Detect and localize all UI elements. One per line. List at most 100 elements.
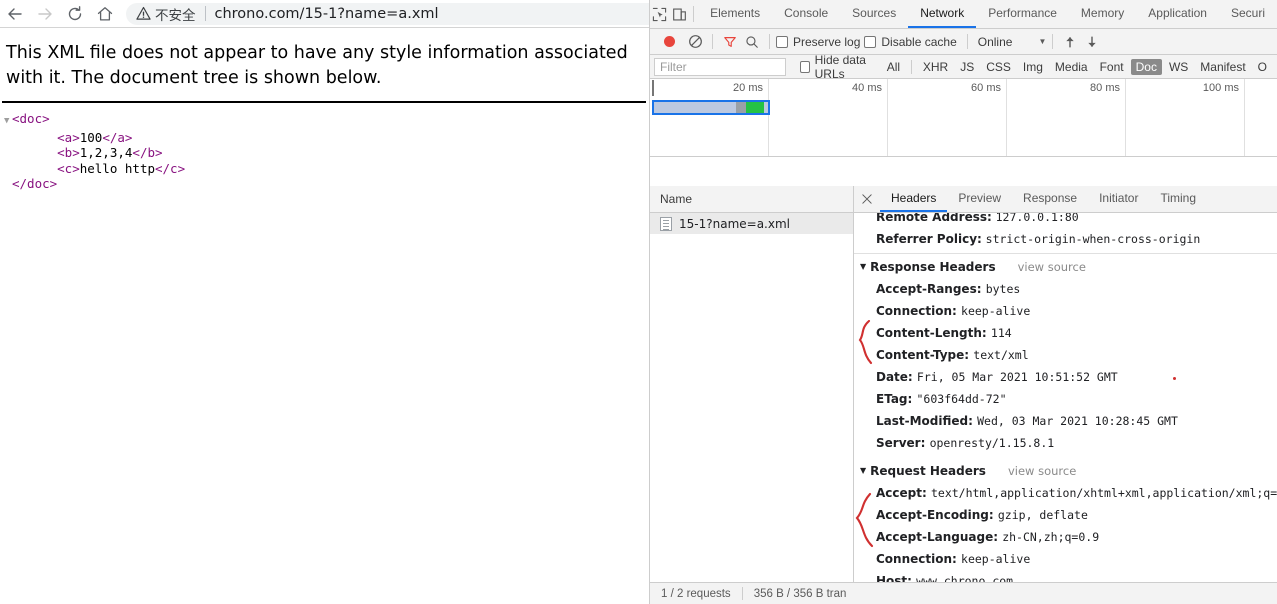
- header-row: Host: www.chrono.com: [854, 570, 1277, 582]
- tab-network[interactable]: Network: [908, 0, 976, 28]
- view-source-link[interactable]: view source: [1008, 460, 1076, 482]
- omnibox-divider: [205, 6, 206, 21]
- import-har-icon: [1063, 35, 1077, 49]
- section-label: Response Headers: [870, 256, 995, 278]
- section-label: Request Headers: [870, 460, 986, 482]
- filter-funnel-button[interactable]: [719, 31, 741, 53]
- device-toolbar-icon: [672, 7, 687, 22]
- detail-tab-initiator[interactable]: Initiator: [1088, 186, 1149, 212]
- detail-tab-timing[interactable]: Timing: [1149, 186, 1207, 212]
- device-toolbar-button[interactable]: [670, 0, 690, 28]
- filter-type-xhr[interactable]: XHR: [918, 59, 953, 75]
- header-key: Referrer Policy:: [876, 232, 982, 246]
- record-stop-icon[interactable]: [664, 36, 675, 47]
- header-key: Remote Address:: [876, 213, 992, 224]
- filter-type-font[interactable]: Font: [1095, 59, 1129, 75]
- detail-tab-preview[interactable]: Preview: [947, 186, 1012, 212]
- preserve-log-checkbox[interactable]: Preserve log: [776, 35, 860, 49]
- filter-type-css[interactable]: CSS: [981, 59, 1016, 75]
- filter-type-other[interactable]: O: [1253, 59, 1272, 75]
- header-row: ETag: "603f64dd-72": [854, 388, 1277, 410]
- xml-tree-line: <c>hello http</c>: [4, 161, 648, 177]
- detail-tab-headers[interactable]: Headers: [880, 186, 947, 212]
- filter-type-media[interactable]: Media: [1050, 59, 1093, 75]
- tab-security[interactable]: Securi: [1219, 0, 1277, 28]
- header-value: keep-alive: [961, 552, 1030, 566]
- overview-selection-window[interactable]: [652, 100, 770, 115]
- filter-type-img[interactable]: Img: [1018, 59, 1048, 75]
- header-key: Connection:: [876, 304, 961, 318]
- header-row: Last-Modified: Wed, 03 Mar 2021 10:28:45…: [854, 410, 1277, 432]
- filter-type-ws[interactable]: WS: [1164, 59, 1193, 75]
- headers-section-divider: [854, 253, 1277, 254]
- disable-cache-label: Disable cache: [881, 35, 956, 49]
- detail-tab-response[interactable]: Response: [1012, 186, 1088, 212]
- header-value: text/xml: [973, 348, 1028, 362]
- import-har-button[interactable]: [1059, 31, 1081, 53]
- header-key: Content-Type:: [876, 348, 973, 362]
- warning-triangle-icon: [136, 6, 151, 21]
- search-button[interactable]: [741, 31, 763, 53]
- hide-data-urls-checkbox[interactable]: Hide data URLs: [800, 53, 876, 81]
- request-list-header-name[interactable]: Name: [650, 186, 853, 213]
- overview-cursor: [652, 80, 654, 96]
- chevron-down-icon: ▼: [860, 460, 866, 482]
- header-key: Date:: [876, 370, 917, 384]
- filter-type-js[interactable]: JS: [955, 59, 979, 75]
- network-split-view: Name 15-1?name=a.xml Headers Preview Res…: [650, 186, 1277, 582]
- request-list: Name 15-1?name=a.xml: [650, 186, 854, 582]
- tab-memory[interactable]: Memory: [1069, 0, 1136, 28]
- expand-triangle-icon[interactable]: ▼: [4, 114, 12, 130]
- request-row[interactable]: 15-1?name=a.xml: [650, 213, 853, 234]
- header-value: 114: [991, 326, 1012, 340]
- annotation-dot: [1173, 377, 1176, 380]
- inspect-element-button[interactable]: [650, 0, 670, 28]
- security-chip[interactable]: 不安全: [136, 4, 196, 24]
- overview-tick-100ms: 100 ms: [1126, 82, 1239, 94]
- header-key: Server:: [876, 436, 930, 450]
- tab-sources[interactable]: Sources: [840, 0, 908, 28]
- response-headers-section-title[interactable]: ▼ Response Headers view source: [854, 256, 1277, 278]
- tab-performance[interactable]: Performance: [976, 0, 1069, 28]
- export-har-icon: [1085, 35, 1099, 49]
- header-row: Accept: text/html,application/xhtml+xml,…: [854, 482, 1277, 504]
- devtools-panel: Elements Console Sources Network Perform…: [649, 0, 1277, 604]
- arrow-right-icon: [36, 5, 54, 23]
- overview-tick-40ms: 40 ms: [769, 82, 882, 94]
- view-source-link[interactable]: view source: [1018, 256, 1086, 278]
- export-har-button[interactable]: [1081, 31, 1103, 53]
- tab-console[interactable]: Console: [772, 0, 840, 28]
- network-overview-timeline[interactable]: 20 ms 40 ms 60 ms 80 ms 100 ms: [650, 79, 1277, 157]
- filter-type-all[interactable]: All: [882, 59, 905, 75]
- filter-type-doc[interactable]: Doc: [1131, 59, 1162, 75]
- home-icon: [96, 5, 114, 23]
- headers-content[interactable]: Remote Address: 127.0.0.1:80 Referrer Po…: [854, 213, 1277, 582]
- xml-tree-line: <b>1,2,3,4</b>: [4, 145, 648, 161]
- reload-button[interactable]: [60, 0, 90, 28]
- header-row: Connection: keep-alive: [854, 300, 1277, 322]
- disable-cache-checkbox[interactable]: Disable cache: [864, 35, 956, 49]
- overview-tick-80ms: 80 ms: [1007, 82, 1120, 94]
- filter-type-manifest[interactable]: Manifest: [1195, 59, 1250, 75]
- preserve-log-box: [776, 36, 788, 48]
- header-row: Content-Length: 114: [854, 322, 1277, 344]
- header-key: Accept-Encoding:: [876, 508, 998, 522]
- tab-elements[interactable]: Elements: [698, 0, 772, 28]
- request-headers-section-title[interactable]: ▼ Request Headers view source: [854, 460, 1277, 482]
- header-value: bytes: [986, 282, 1021, 296]
- xml-indent: [12, 145, 57, 160]
- throttling-dropdown[interactable]: Online ▼: [974, 35, 1047, 49]
- request-headers-list: Accept: text/html,application/xhtml+xml,…: [854, 482, 1277, 582]
- tab-application[interactable]: Application: [1136, 0, 1219, 28]
- header-key: Content-Length:: [876, 326, 991, 340]
- xml-style-notice: This XML file does not appear to have an…: [0, 29, 640, 91]
- home-button[interactable]: [90, 0, 120, 28]
- header-value: text/html,application/xhtml+xml,applicat…: [931, 486, 1277, 500]
- chevron-down-icon: ▼: [860, 256, 866, 278]
- filter-input[interactable]: Filter: [654, 58, 786, 76]
- close-detail-button[interactable]: [854, 186, 880, 212]
- clear-network-log-button[interactable]: [684, 31, 706, 53]
- forward-button[interactable]: [30, 0, 60, 28]
- chevron-down-icon: ▼: [1038, 37, 1046, 46]
- back-button[interactable]: [0, 0, 30, 28]
